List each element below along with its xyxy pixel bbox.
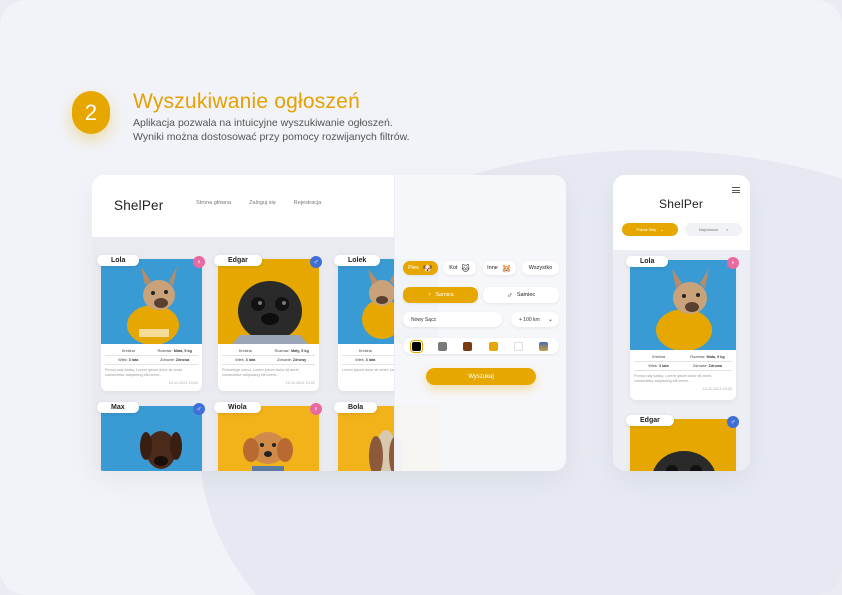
species-filter-cat[interactable]: Kot 🐱 xyxy=(443,261,476,275)
description-line-1: Aplikacja pozwala na intuicyjne wyszukiw… xyxy=(133,117,393,129)
pet-name-pill: Bola xyxy=(334,402,378,413)
pet-photo xyxy=(218,259,319,344)
nav-link-register[interactable]: Rejestracja xyxy=(294,200,322,206)
pet-card-lola[interactable]: Lola ♀ KreślnaRozmiar: Mała, 5 kg Wiek: xyxy=(97,255,205,391)
species-filter-all[interactable]: Wszystko xyxy=(522,261,559,275)
sort-select[interactable]: Najnowsze ▿ xyxy=(685,223,742,236)
female-icon: ♀ xyxy=(727,257,739,269)
pet-photo xyxy=(630,419,736,471)
male-symbol-icon: ♂ xyxy=(506,290,513,300)
pet-card-max[interactable]: Max ♂ xyxy=(97,402,205,471)
desktop-logo[interactable]: ShelPer xyxy=(114,198,163,213)
pet-name-pill: Lola xyxy=(626,256,669,267)
pet-name-pill: Max xyxy=(97,402,139,413)
female-symbol-icon: ♀ xyxy=(427,292,432,298)
nav-link-login[interactable]: Zaloguj się xyxy=(249,200,276,206)
pet-name-pill: Edgar xyxy=(626,415,674,426)
section-heading: Wyszukiwanie ogłoszeń xyxy=(133,90,360,113)
section-description: Aplikacja pozwala na intuicyjne wyszukiw… xyxy=(133,116,410,144)
pet-card-wiola[interactable]: Wiola ♀ xyxy=(214,402,322,471)
pet-name-pill: Wiola xyxy=(214,402,261,413)
step-number-badge: 2 xyxy=(72,91,110,134)
nav-link-home[interactable]: Strona główna xyxy=(196,200,231,206)
pet-details: Kreślna Rozmiar: Mały, 5 kg Wiek: 3 lata Z… xyxy=(222,349,315,385)
pet-details: Kreślna Rozmiar: Mała, 5 kg Wiek: 3 lata Z… xyxy=(634,355,732,391)
pet-card-edgar[interactable]: Edgar ♂ Kreślna Rozmiar: Mały, 5 kg Wiek:… xyxy=(214,255,322,391)
hamster-icon: 🐹 xyxy=(501,263,512,273)
color-swatch-gold[interactable] xyxy=(489,342,498,351)
color-swatch-white[interactable] xyxy=(514,342,523,351)
distance-select[interactable]: + 100 km ⌄ xyxy=(511,312,559,327)
color-swatch-black[interactable] xyxy=(410,340,423,353)
male-icon: ♂ xyxy=(193,403,205,415)
gender-filter-male[interactable]: ♂ Samiec xyxy=(483,287,559,303)
mobile-logo[interactable]: ShelPer xyxy=(659,197,703,211)
species-filter-dog[interactable]: Pies 🐶 xyxy=(403,261,438,275)
species-filter-other[interactable]: Inne 🐹 xyxy=(483,261,516,275)
description-line-2: Wyniki można dostosować przy pomocy rozw… xyxy=(133,131,410,143)
pet-photo xyxy=(630,260,736,350)
mobile-header: ShelPer Pokaż filtry ⌄ Najnowsze ▿ xyxy=(613,175,750,250)
hamburger-menu-icon[interactable] xyxy=(732,187,740,195)
female-icon: ♀ xyxy=(310,403,322,415)
desktop-nav-links: Strona główna Zaloguj się Rejestracja xyxy=(196,200,325,206)
pet-photo xyxy=(218,406,319,471)
male-icon: ♂ xyxy=(727,416,739,428)
mobile-mockup: ShelPer Pokaż filtry ⌄ Najnowsze ▿ Lola ♀ xyxy=(613,175,750,471)
filter-panel: Pies 🐶 Kot 🐱 Inne 🐹 Wszystko ♀ Samica ♂ Samie… xyxy=(394,175,566,471)
search-button[interactable]: Wyszukaj xyxy=(426,368,536,385)
desktop-mockup: ShelPer Strona główna Zaloguj się Rejest… xyxy=(92,175,566,471)
pet-photo xyxy=(101,406,202,471)
pet-card-edgar-mobile[interactable]: Edgar ♂ xyxy=(626,415,739,471)
chevron-down-icon: ⌄ xyxy=(660,227,664,232)
male-icon: ♂ xyxy=(310,256,322,268)
color-swatch-mixed[interactable] xyxy=(539,342,548,351)
pet-name-pill: Lolek xyxy=(334,255,381,266)
pet-name-pill: Edgar xyxy=(214,255,262,266)
cat-icon: 🐱 xyxy=(461,263,470,273)
pet-photo xyxy=(101,259,202,344)
color-swatch-gray[interactable] xyxy=(438,342,447,351)
pet-name-pill: Lola xyxy=(97,255,140,266)
pet-details: Kreślna Rozmiar: Mała, 5 kg Wiek: 3 lata Z… xyxy=(105,349,198,385)
chevron-down-icon: ⌄ xyxy=(547,317,553,323)
color-filter xyxy=(403,338,559,354)
gender-filter-female[interactable]: ♀ Samica xyxy=(403,287,478,303)
city-input[interactable]: Nowy Sącz xyxy=(403,312,502,327)
sort-icon: ▿ xyxy=(726,227,729,232)
color-swatch-brown[interactable] xyxy=(463,342,472,351)
pet-card-lola-mobile[interactable]: Lola ♀ Kreślna Rozmiar: Mała, 5 kg Wiek: … xyxy=(626,256,739,400)
show-filters-button[interactable]: Pokaż filtry ⌄ xyxy=(622,223,678,236)
slide-background: 2 Wyszukiwanie ogłoszeń Aplikacja pozwal… xyxy=(0,0,842,595)
female-icon: ♀ xyxy=(193,256,205,268)
dog-icon: 🐶 xyxy=(422,263,433,273)
